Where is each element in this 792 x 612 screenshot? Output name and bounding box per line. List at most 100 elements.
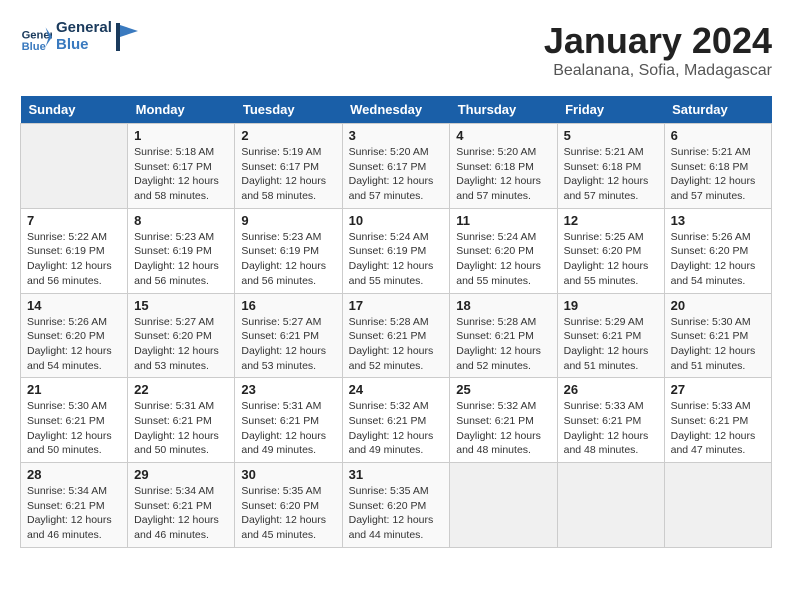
day-cell: 12 Sunrise: 5:25 AMSunset: 6:20 PMDayligh… [557, 208, 664, 293]
day-number: 23 [241, 382, 335, 397]
week-row-1: 1Sunrise: 5:18 AMSunset: 6:17 PMDaylight… [21, 124, 772, 209]
day-cell: 18 Sunrise: 5:28 AMSunset: 6:21 PMDayligh… [450, 293, 557, 378]
day-info: Sunrise: 5:28 AMSunset: 6:21 PMDaylight:… [456, 315, 550, 374]
day-number: 22 [134, 382, 228, 397]
day-cell: 4 Sunrise: 5:20 AMSunset: 6:18 PMDaylight… [450, 124, 557, 209]
day-number: 18 [456, 298, 550, 313]
day-cell: 16 Sunrise: 5:27 AMSunset: 6:21 PMDayligh… [235, 293, 342, 378]
day-number: 1 [134, 128, 228, 143]
day-number: 2 [241, 128, 335, 143]
day-cell: 19 Sunrise: 5:29 AMSunset: 6:21 PMDayligh… [557, 293, 664, 378]
day-cell: 26Sunrise: 5:33 AMSunset: 6:21 PMDayligh… [557, 378, 664, 463]
day-cell: 20 Sunrise: 5:30 AMSunset: 6:21 PMDayligh… [664, 293, 771, 378]
day-cell: 29 Sunrise: 5:34 AMSunset: 6:21 PMDayligh… [128, 463, 235, 548]
calendar-table: SundayMondayTuesdayWednesdayThursdayFrid… [20, 96, 772, 548]
day-cell: 5 Sunrise: 5:21 AMSunset: 6:18 PMDaylight… [557, 124, 664, 209]
day-cell: 30 Sunrise: 5:35 AMSunset: 6:20 PMDayligh… [235, 463, 342, 548]
day-info: Sunrise: 5:29 AMSunset: 6:21 PMDaylight:… [564, 315, 658, 374]
day-number: 21 [27, 382, 121, 397]
day-info: Sunrise: 5:19 AMSunset: 6:17 PMDaylight:… [241, 145, 335, 204]
logo-general: General [56, 20, 112, 37]
header-day-monday: Monday [128, 96, 235, 124]
day-cell: 22 Sunrise: 5:31 AMSunset: 6:21 PMDayligh… [128, 378, 235, 463]
day-number: 17 [349, 298, 444, 313]
day-cell: 9Sunrise: 5:23 AMSunset: 6:19 PMDaylight… [235, 208, 342, 293]
location-subtitle: Bealanana, Sofia, Madagascar [544, 62, 772, 80]
title-block: January 2024 Bealanana, Sofia, Madagasca… [544, 20, 772, 80]
day-cell: 10Sunrise: 5:24 AMSunset: 6:19 PMDayligh… [342, 208, 450, 293]
header-day-friday: Friday [557, 96, 664, 124]
day-number: 24 [349, 382, 444, 397]
week-row-3: 14Sunrise: 5:26 AMSunset: 6:20 PMDayligh… [21, 293, 772, 378]
day-info: Sunrise: 5:35 AMSunset: 6:20 PMDaylight:… [241, 484, 335, 543]
day-info: Sunrise: 5:28 AMSunset: 6:21 PMDaylight:… [349, 315, 444, 374]
day-info: Sunrise: 5:23 AMSunset: 6:19 PMDaylight:… [134, 230, 228, 289]
day-cell: 31Sunrise: 5:35 AMSunset: 6:20 PMDayligh… [342, 463, 450, 548]
day-number: 11 [456, 213, 550, 228]
day-cell: 17 Sunrise: 5:28 AMSunset: 6:21 PMDayligh… [342, 293, 450, 378]
day-cell: 21 Sunrise: 5:30 AMSunset: 6:21 PMDayligh… [21, 378, 128, 463]
day-info: Sunrise: 5:30 AMSunset: 6:21 PMDaylight:… [671, 315, 765, 374]
day-cell: 3Sunrise: 5:20 AMSunset: 6:17 PMDaylight… [342, 124, 450, 209]
day-info: Sunrise: 5:27 AMSunset: 6:20 PMDaylight:… [134, 315, 228, 374]
day-info: Sunrise: 5:26 AMSunset: 6:20 PMDaylight:… [671, 230, 765, 289]
day-info: Sunrise: 5:34 AMSunset: 6:21 PMDaylight:… [134, 484, 228, 543]
day-info: Sunrise: 5:22 AMSunset: 6:19 PMDaylight:… [27, 230, 121, 289]
day-cell: 27 Sunrise: 5:33 AMSunset: 6:21 PMDayligh… [664, 378, 771, 463]
day-cell [664, 463, 771, 548]
day-number: 5 [564, 128, 658, 143]
day-number: 14 [27, 298, 121, 313]
svg-text:Blue: Blue [22, 40, 46, 52]
day-number: 4 [456, 128, 550, 143]
day-info: Sunrise: 5:27 AMSunset: 6:21 PMDaylight:… [241, 315, 335, 374]
day-number: 8 [134, 213, 228, 228]
day-info: Sunrise: 5:23 AMSunset: 6:19 PMDaylight:… [241, 230, 335, 289]
day-info: Sunrise: 5:20 AMSunset: 6:18 PMDaylight:… [456, 145, 550, 204]
day-number: 27 [671, 382, 765, 397]
page-header: General Blue General Blue January 2024 B… [20, 20, 772, 80]
header-day-sunday: Sunday [21, 96, 128, 124]
day-cell [450, 463, 557, 548]
day-info: Sunrise: 5:31 AMSunset: 6:21 PMDaylight:… [134, 399, 228, 458]
day-number: 20 [671, 298, 765, 313]
day-cell: 28Sunrise: 5:34 AMSunset: 6:21 PMDayligh… [21, 463, 128, 548]
day-info: Sunrise: 5:34 AMSunset: 6:21 PMDaylight:… [27, 484, 121, 543]
day-number: 25 [456, 382, 550, 397]
logo-blue: Blue [56, 37, 112, 54]
week-row-5: 28Sunrise: 5:34 AMSunset: 6:21 PMDayligh… [21, 463, 772, 548]
month-title: January 2024 [544, 20, 772, 62]
day-number: 19 [564, 298, 658, 313]
day-cell: 1Sunrise: 5:18 AMSunset: 6:17 PMDaylight… [128, 124, 235, 209]
day-cell: 2 Sunrise: 5:19 AMSunset: 6:17 PMDaylight… [235, 124, 342, 209]
day-info: Sunrise: 5:24 AMSunset: 6:20 PMDaylight:… [456, 230, 550, 289]
day-cell [557, 463, 664, 548]
day-number: 16 [241, 298, 335, 313]
day-number: 29 [134, 467, 228, 482]
day-info: Sunrise: 5:32 AMSunset: 6:21 PMDaylight:… [349, 399, 444, 458]
day-cell: 23 Sunrise: 5:31 AMSunset: 6:21 PMDayligh… [235, 378, 342, 463]
day-number: 12 [564, 213, 658, 228]
day-info: Sunrise: 5:21 AMSunset: 6:18 PMDaylight:… [671, 145, 765, 204]
week-row-4: 21 Sunrise: 5:30 AMSunset: 6:21 PMDayligh… [21, 378, 772, 463]
header-day-saturday: Saturday [664, 96, 771, 124]
day-info: Sunrise: 5:25 AMSunset: 6:20 PMDaylight:… [564, 230, 658, 289]
day-info: Sunrise: 5:31 AMSunset: 6:21 PMDaylight:… [241, 399, 335, 458]
day-cell: 24 Sunrise: 5:32 AMSunset: 6:21 PMDayligh… [342, 378, 450, 463]
logo: General Blue General Blue [20, 20, 140, 53]
day-info: Sunrise: 5:30 AMSunset: 6:21 PMDaylight:… [27, 399, 121, 458]
day-cell: 14Sunrise: 5:26 AMSunset: 6:20 PMDayligh… [21, 293, 128, 378]
day-cell: 25Sunrise: 5:32 AMSunset: 6:21 PMDayligh… [450, 378, 557, 463]
header-day-tuesday: Tuesday [235, 96, 342, 124]
logo-icon: General Blue [20, 21, 52, 53]
day-number: 3 [349, 128, 444, 143]
day-number: 7 [27, 213, 121, 228]
day-number: 10 [349, 213, 444, 228]
day-number: 31 [349, 467, 444, 482]
header-day-thursday: Thursday [450, 96, 557, 124]
day-info: Sunrise: 5:33 AMSunset: 6:21 PMDaylight:… [564, 399, 658, 458]
day-info: Sunrise: 5:33 AMSunset: 6:21 PMDaylight:… [671, 399, 765, 458]
logo-flag-icon [116, 23, 140, 51]
day-number: 30 [241, 467, 335, 482]
day-info: Sunrise: 5:21 AMSunset: 6:18 PMDaylight:… [564, 145, 658, 204]
day-cell [21, 124, 128, 209]
